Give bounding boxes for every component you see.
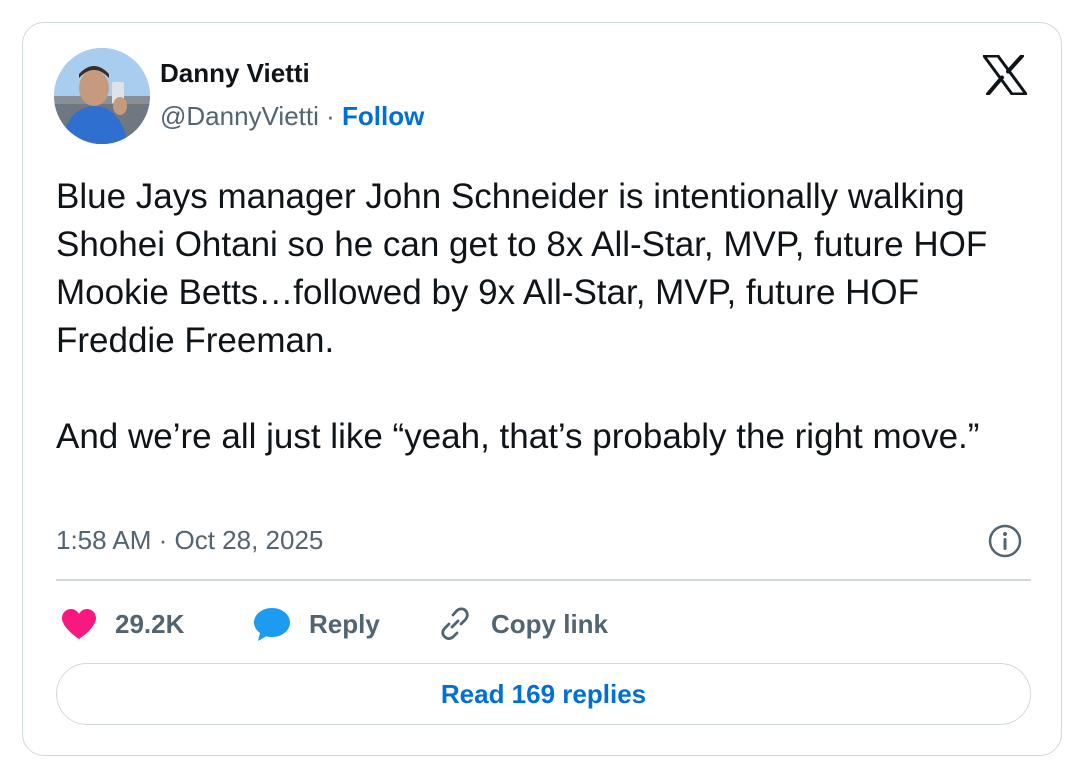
x-logo-icon[interactable] [982,54,1028,96]
tweet-paragraph: And we’re all just like “yeah, that’s pr… [56,417,980,456]
read-replies-button[interactable]: Read 169 replies [56,663,1031,725]
info-icon[interactable] [987,523,1023,559]
avatar-photo [54,48,150,144]
like-count: 29.2K [115,608,185,639]
divider [56,579,1031,581]
tweet-text: Blue Jays manager John Schneider is inte… [56,173,1031,461]
author-handle-row: @DannyVietti · Follow [160,101,424,132]
tweet-paragraph: Blue Jays manager John Schneider is inte… [56,177,988,360]
author-handle[interactable]: @DannyVietti [160,101,319,131]
tweet-embed-card: Danny Vietti @DannyVietti · Follow Blue … [22,22,1062,756]
copy-link-label: Copy link [491,608,609,639]
follow-button[interactable]: Follow [342,101,424,131]
copy-link-button[interactable]: Copy link [437,603,608,645]
reply-button[interactable]: Reply [253,603,380,645]
like-button[interactable]: 29.2K [61,603,184,645]
separator-dot: · [326,101,335,131]
speech-bubble-icon [253,606,291,642]
link-icon [437,606,473,642]
avatar[interactable] [54,48,150,144]
reply-label: Reply [309,608,380,639]
author-name[interactable]: Danny Vietti [160,58,310,89]
tweet-timestamp[interactable]: 1:58 AM · Oct 28, 2025 [56,525,323,556]
heart-icon [61,608,97,640]
